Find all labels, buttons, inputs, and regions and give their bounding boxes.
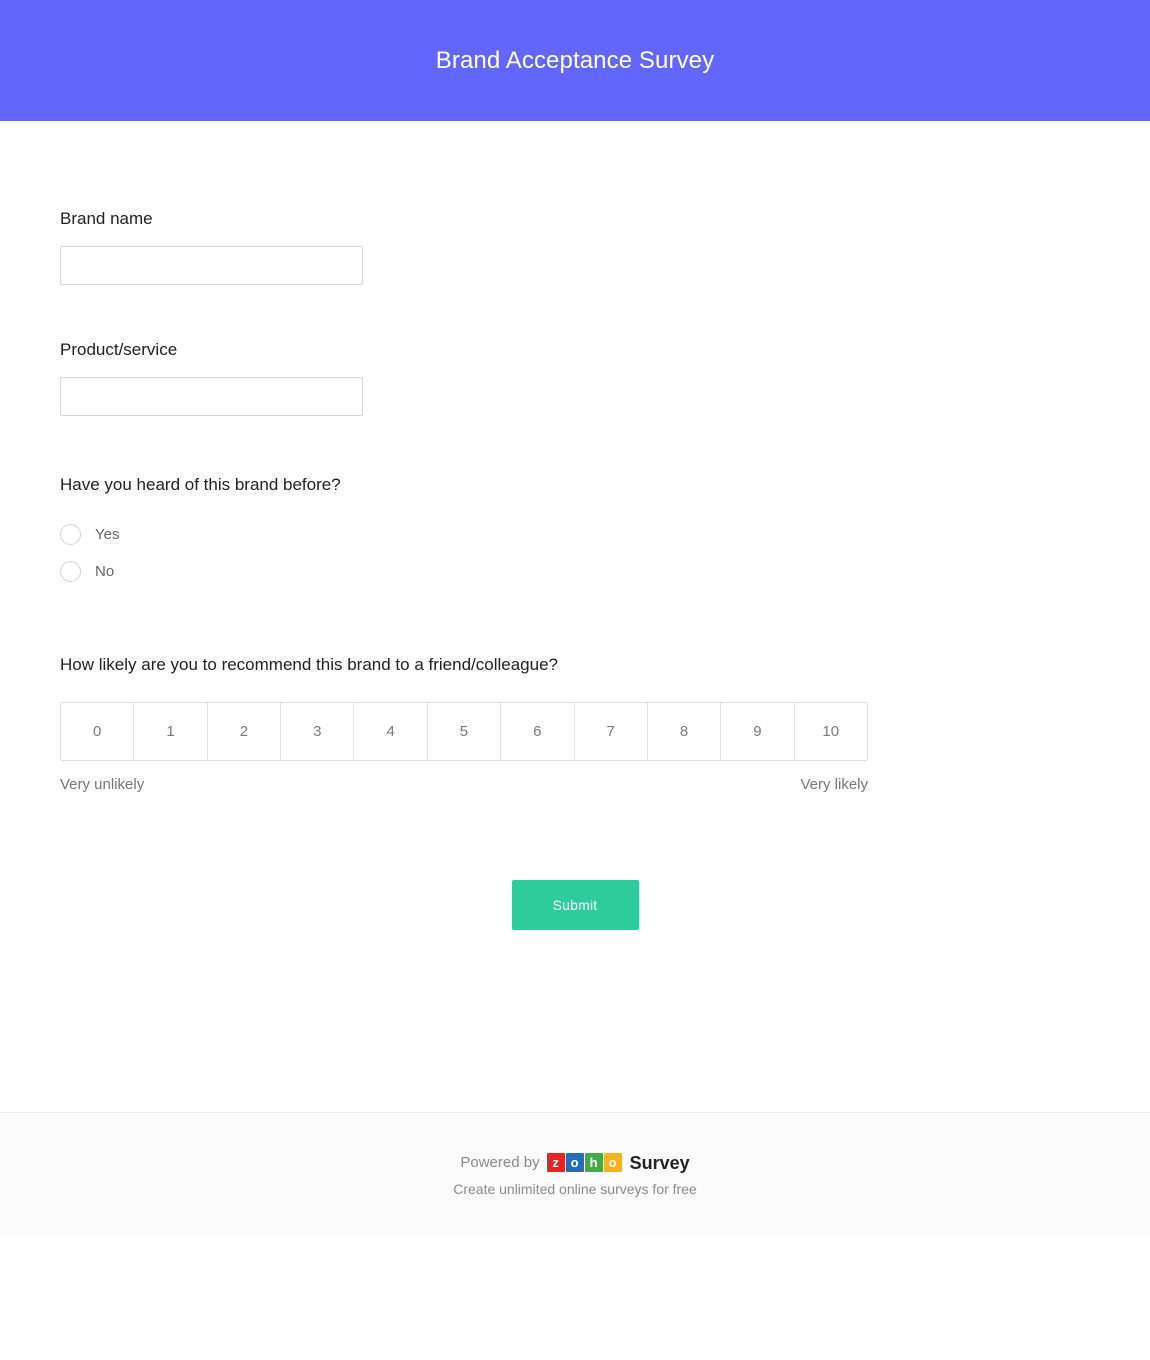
nps-cell-7[interactable]: 7	[574, 703, 648, 760]
nps-anchor-high: Very likely	[800, 776, 868, 793]
nps-cell-3[interactable]: 3	[281, 703, 355, 760]
radio-label-yes: Yes	[95, 525, 120, 543]
nps-cell-6[interactable]: 6	[501, 703, 575, 760]
product-service-input[interactable]	[60, 377, 363, 416]
question-label-recommend: How likely are you to recommend this bra…	[60, 655, 558, 674]
question-label-heard-before: Have you heard of this brand before?	[60, 475, 341, 494]
radio-option-yes[interactable]: Yes	[60, 520, 1090, 548]
zoho-logo-tile-z-0: z	[546, 1153, 565, 1172]
powered-by-row: Powered by zoho Survey	[460, 1152, 690, 1173]
radio-option-no[interactable]: No	[60, 557, 1090, 585]
question-label-product-service: Product/service	[60, 340, 178, 359]
nps-cell-4[interactable]: 4	[354, 703, 428, 760]
nps-cell-10[interactable]: 10	[794, 703, 867, 760]
powered-by-label: Powered by	[460, 1154, 540, 1171]
zoho-logo-tile-o-3: o	[603, 1153, 622, 1172]
nps-cell-2[interactable]: 2	[207, 703, 282, 760]
submit-button[interactable]: Submit	[511, 880, 639, 930]
zoho-logo-tile-h-2: h	[584, 1153, 603, 1172]
survey-header: Brand Acceptance Survey	[0, 0, 1150, 121]
survey-content: Brand name Product/service Have you hear…	[0, 121, 1150, 930]
radio-circle-icon[interactable]	[60, 523, 81, 545]
question-heard-before: Have you heard of this brand before? Yes…	[60, 416, 1090, 585]
radio-group-heard-before: Yes No	[60, 520, 1090, 585]
nps-cell-0[interactable]: 0	[61, 703, 135, 760]
question-brand-name: Brand name	[60, 121, 1090, 285]
footer-tagline: Create unlimited online surveys for free	[453, 1181, 697, 1197]
nps-cell-9[interactable]: 9	[721, 703, 795, 760]
brand-name-input[interactable]	[60, 246, 363, 285]
zoho-logo-tile-o-1: o	[565, 1153, 584, 1172]
question-product-service: Product/service	[60, 285, 1090, 416]
zoho-survey-product-name: Survey	[629, 1152, 690, 1173]
radio-circle-icon[interactable]	[60, 560, 81, 582]
question-label-brand-name: Brand name	[60, 209, 153, 228]
nps-cell-1[interactable]: 1	[134, 703, 208, 760]
nps-scale-wrap: 0 1 2 3 4 5 6 7 8 9 10 Very unlikely Very likely	[60, 702, 1090, 792]
radio-label-no: No	[95, 562, 115, 580]
survey-body: Brand name Product/service Have you hear…	[0, 121, 1150, 1236]
zoho-logo-icon[interactable]: zoho	[546, 1153, 623, 1172]
survey-footer: Powered by zoho Survey Create unlimited …	[0, 1112, 1150, 1236]
nps-anchor-low: Very unlikely	[60, 776, 145, 793]
nps-cell-5[interactable]: 5	[427, 703, 502, 760]
question-recommend-nps: How likely are you to recommend this bra…	[60, 594, 1090, 792]
submit-row: Submit	[60, 792, 1090, 930]
nps-cell-8[interactable]: 8	[647, 703, 722, 760]
page-title: Brand Acceptance Survey	[435, 46, 715, 74]
nps-scale[interactable]: 0 1 2 3 4 5 6 7 8 9 10	[60, 702, 868, 761]
nps-anchors: Very unlikely Very likely	[60, 777, 868, 792]
